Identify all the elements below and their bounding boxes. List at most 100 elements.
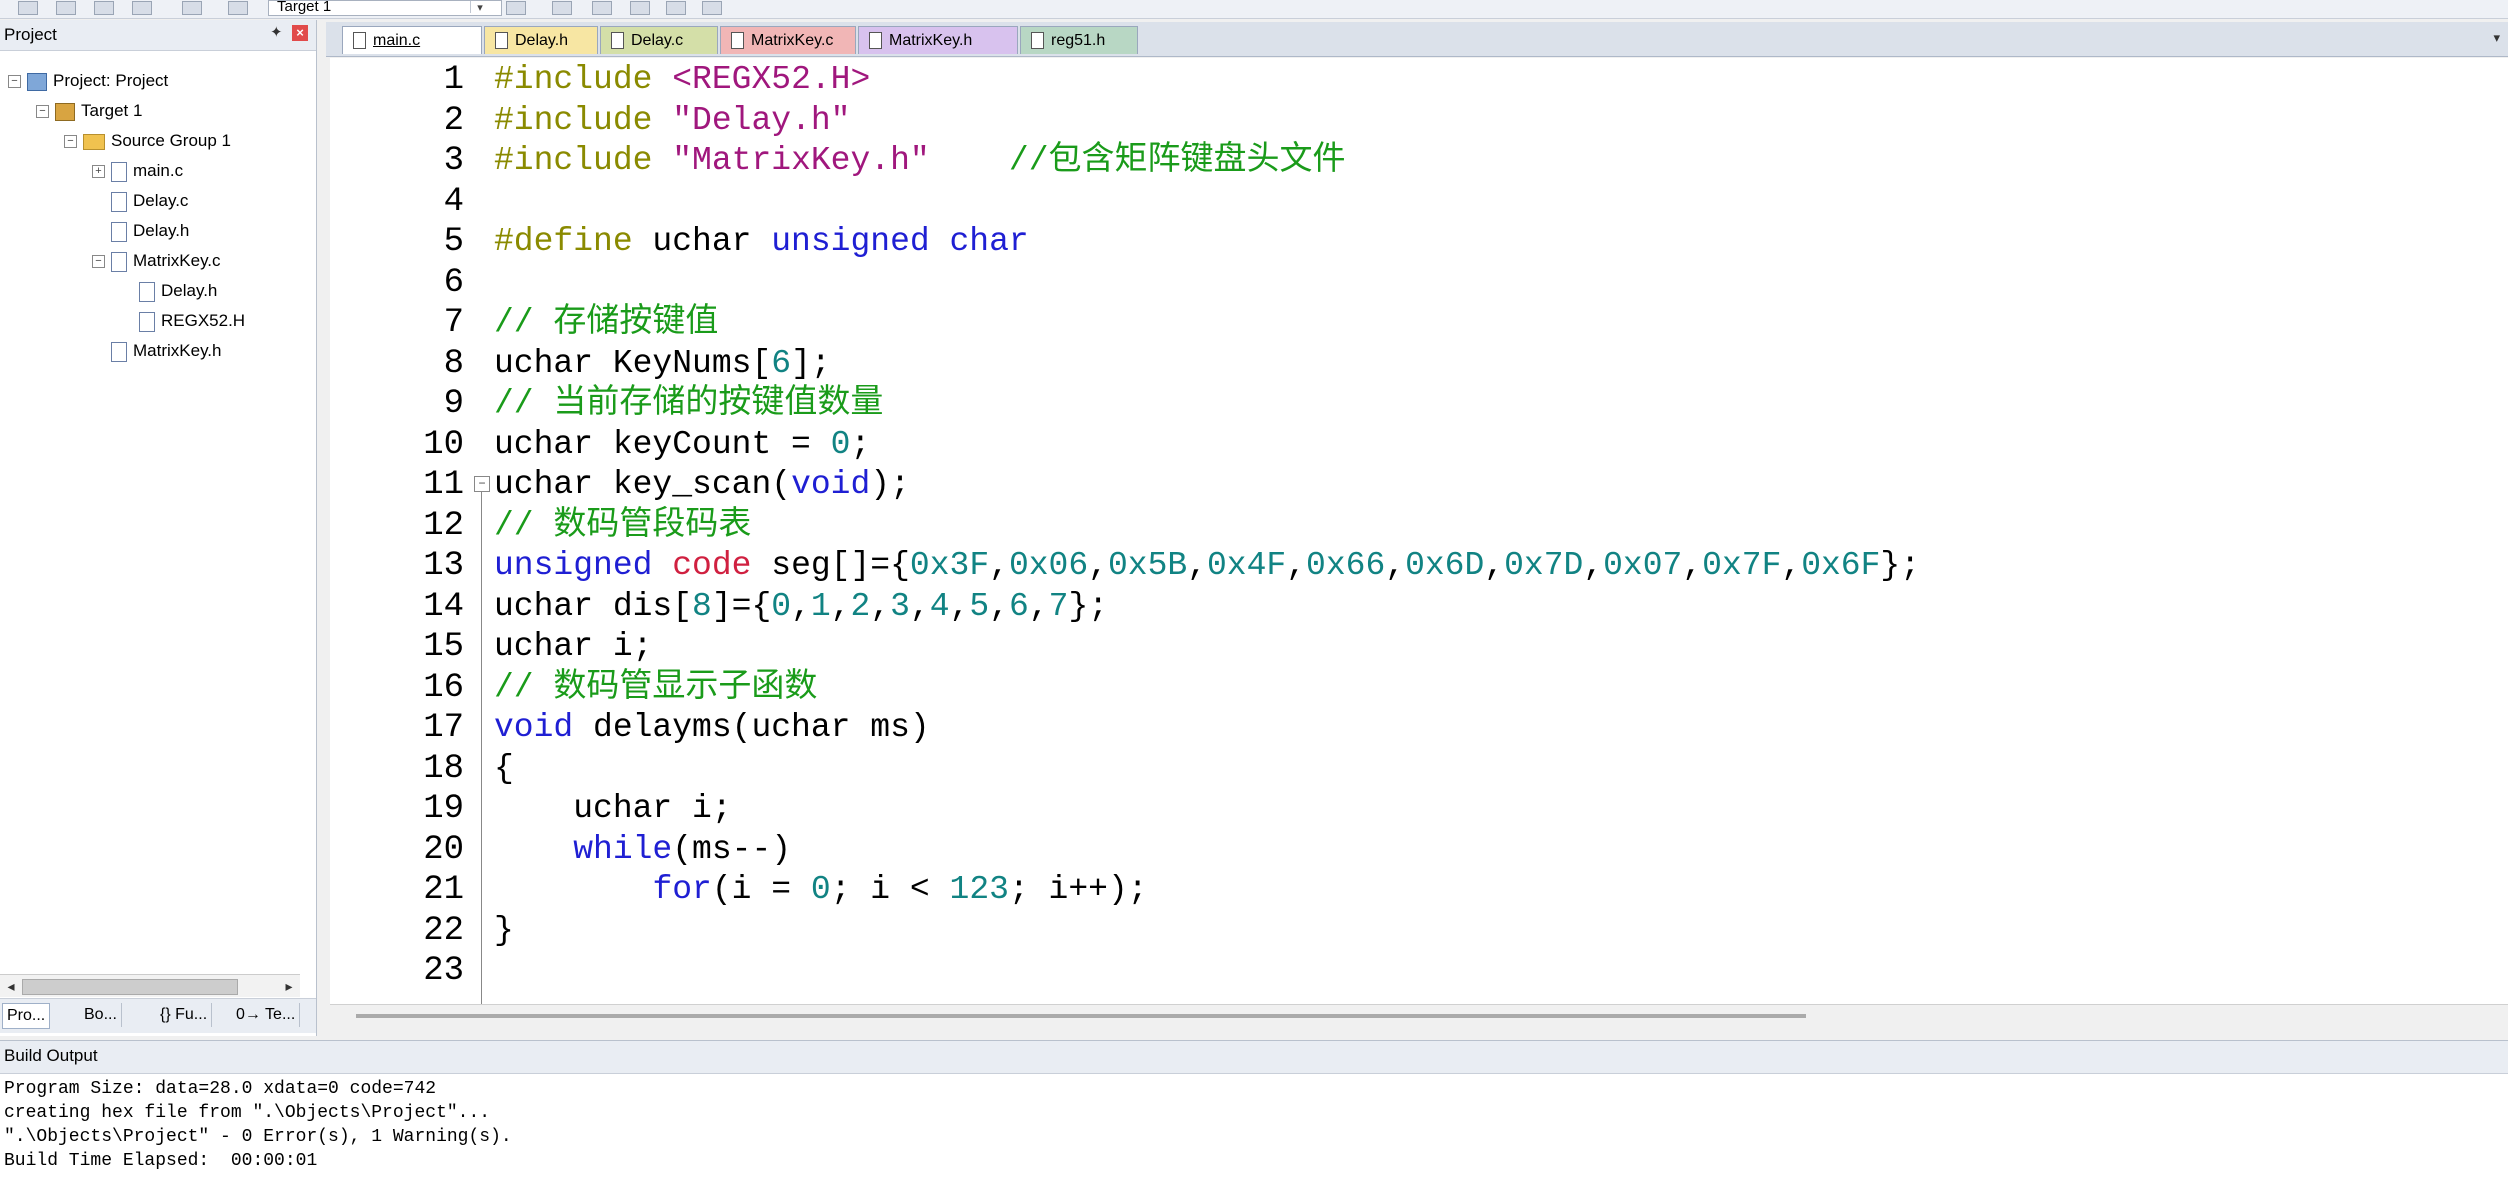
line-number: 16 (423, 668, 464, 707)
file-icon (731, 32, 744, 49)
line-number: 6 (443, 263, 464, 302)
editor-tab[interactable]: MatrixKey.h (858, 26, 1018, 54)
tree-item[interactable]: + main.c (92, 156, 183, 186)
code-line: #include "Delay.h" (494, 101, 851, 139)
file-icon (495, 32, 508, 49)
file-icon (139, 311, 155, 332)
expand-icon[interactable]: + (92, 165, 105, 179)
file-icon (111, 251, 127, 272)
build-output-line: ".\Objects\Project" - 0 Error(s), 1 Warn… (4, 1127, 512, 1147)
line-number: 23 (423, 952, 464, 990)
editor-tab[interactable]: reg51.h (1020, 26, 1138, 54)
pack-installer-icon[interactable] (666, 1, 686, 15)
manage-rte-icon[interactable] (630, 1, 650, 15)
tree-item[interactable]: Delay.c (92, 186, 188, 216)
project-panel-title: Project (4, 25, 57, 44)
code-line: // 存储按键值 (494, 304, 719, 341)
tab-project[interactable]: Pro... (2, 1003, 51, 1029)
tree-item-label: REGX52.H (161, 311, 246, 330)
line-number: 17 (423, 709, 464, 747)
collapse-icon[interactable]: − (36, 105, 49, 119)
code-editor[interactable]: 1 2 3 4 5 6 7 8 9 10 11 12 13 14 15 16 17 18 19 20 21 22 23 − … (330, 58, 2508, 1004)
line-number: 3 (443, 142, 464, 180)
editor-tab[interactable]: main.c (342, 26, 482, 54)
tree-item[interactable]: Delay.h (120, 276, 217, 306)
file-icon (111, 341, 127, 362)
code-line: // 当前存储的按键值数量 (494, 385, 884, 422)
tab-books[interactable]: Bo... (80, 1003, 122, 1027)
editor-tab[interactable]: Delay.c (600, 26, 718, 54)
editor-tab-label: Delay.c (631, 32, 684, 49)
tree-item[interactable]: Delay.h (92, 216, 189, 246)
chevron-down-icon[interactable]: ▾ (2493, 30, 2500, 46)
editor-tab-label: Delay.h (515, 32, 569, 49)
tree-item-label: MatrixKey.h (133, 341, 222, 360)
file-icon (611, 32, 624, 49)
tree-item[interactable]: REGX52.H (120, 306, 245, 336)
line-number: 9 (443, 385, 464, 423)
scroll-left-icon[interactable]: ◂ (2, 977, 20, 995)
editor-tab-label: main.c (373, 32, 421, 49)
code-line: void delayms(uchar ms) (494, 709, 930, 746)
target-options-icon[interactable] (506, 1, 526, 15)
code-line: for(i = 0; i < 123; i++); (652, 871, 1148, 908)
stop-build-icon[interactable] (182, 1, 202, 15)
editor-tab-bar: main.c Delay.h Delay.c MatrixKey.c MatrixKey… (326, 22, 2508, 57)
rebuild-icon[interactable] (56, 1, 76, 15)
code-line: #define uchar unsigned char (494, 223, 1029, 260)
code-line: uchar dis[8]={0,1,2,3,4,5,6,7}; (494, 587, 1109, 625)
line-number: 15 (423, 628, 464, 666)
options-icon[interactable] (228, 1, 248, 15)
fold-collapse-icon[interactable]: − (474, 476, 490, 492)
pin-icon[interactable]: ✦ (270, 25, 283, 41)
panel-tabs: Pro... Bo... {} Fu... 0→ Te... (0, 998, 316, 1033)
tree-item-label: Project: Project (53, 71, 169, 90)
code-line: // 数码管段码表 (494, 506, 752, 544)
line-number: 12 (423, 506, 464, 545)
code-line: while(ms--) (573, 830, 792, 868)
editor-horizontal-scrollbar[interactable] (330, 1004, 2508, 1027)
tree-item[interactable]: − Target 1 (36, 96, 142, 126)
tab-functions[interactable]: {} Fu... (156, 1003, 213, 1027)
build-icon[interactable] (94, 1, 114, 15)
line-number-gutter: 1 2 3 4 5 6 7 8 9 10 11 12 13 14 15 16 17 18 19 20 21 22 23 (330, 58, 470, 1004)
build-output-line: Build Time Elapsed: 00:00:01 (4, 1151, 318, 1171)
scrollbar-thumb[interactable] (356, 1014, 1806, 1018)
manage-project-icon[interactable] (552, 1, 572, 15)
build-output-header: Build Output (0, 1041, 2508, 1074)
tree-item[interactable]: − Source Group 1 (64, 126, 231, 156)
file-icon (353, 32, 366, 49)
line-number: 20 (423, 830, 464, 869)
editor-tab[interactable]: MatrixKey.c (720, 26, 856, 54)
line-number: 19 (423, 790, 464, 828)
collapse-icon[interactable]: − (64, 135, 77, 149)
close-icon[interactable]: × (292, 25, 308, 41)
tree-item[interactable]: − MatrixKey.c (92, 246, 221, 276)
line-number: 18 (423, 749, 464, 788)
build-output-panel: Build Output Program Size: data=28.0 xda… (0, 1040, 2508, 1188)
download-icon[interactable] (132, 1, 152, 15)
line-number: 2 (443, 101, 464, 140)
build-output-line: Program Size: data=28.0 xdata=0 code=742 (4, 1079, 437, 1099)
tree-item[interactable]: − Project: Project (8, 66, 168, 96)
scrollbar-thumb[interactable] (22, 979, 238, 995)
file-icon (1031, 32, 1044, 49)
select-packs-icon[interactable] (592, 1, 612, 15)
view-icon[interactable] (702, 1, 722, 15)
collapse-icon[interactable]: − (92, 255, 105, 269)
project-horizontal-scrollbar[interactable]: ◂ ▸ (0, 974, 300, 997)
target-select[interactable]: Target 1 (268, 0, 502, 16)
target-icon (55, 102, 75, 121)
line-number: 1 (443, 61, 464, 99)
tab-templates[interactable]: 0→ Te... (232, 1003, 301, 1027)
batch-build-icon[interactable] (18, 1, 38, 15)
tree-item[interactable]: MatrixKey.h (92, 336, 222, 366)
file-icon (111, 221, 127, 242)
tree-item-label: Delay.c (133, 191, 189, 210)
chevron-down-icon[interactable]: ▾ (470, 1, 489, 14)
collapse-icon[interactable]: − (8, 75, 21, 89)
scroll-right-icon[interactable]: ▸ (280, 977, 298, 995)
line-number: 7 (443, 304, 464, 342)
editor-tab[interactable]: Delay.h (484, 26, 598, 54)
file-icon (111, 191, 127, 212)
